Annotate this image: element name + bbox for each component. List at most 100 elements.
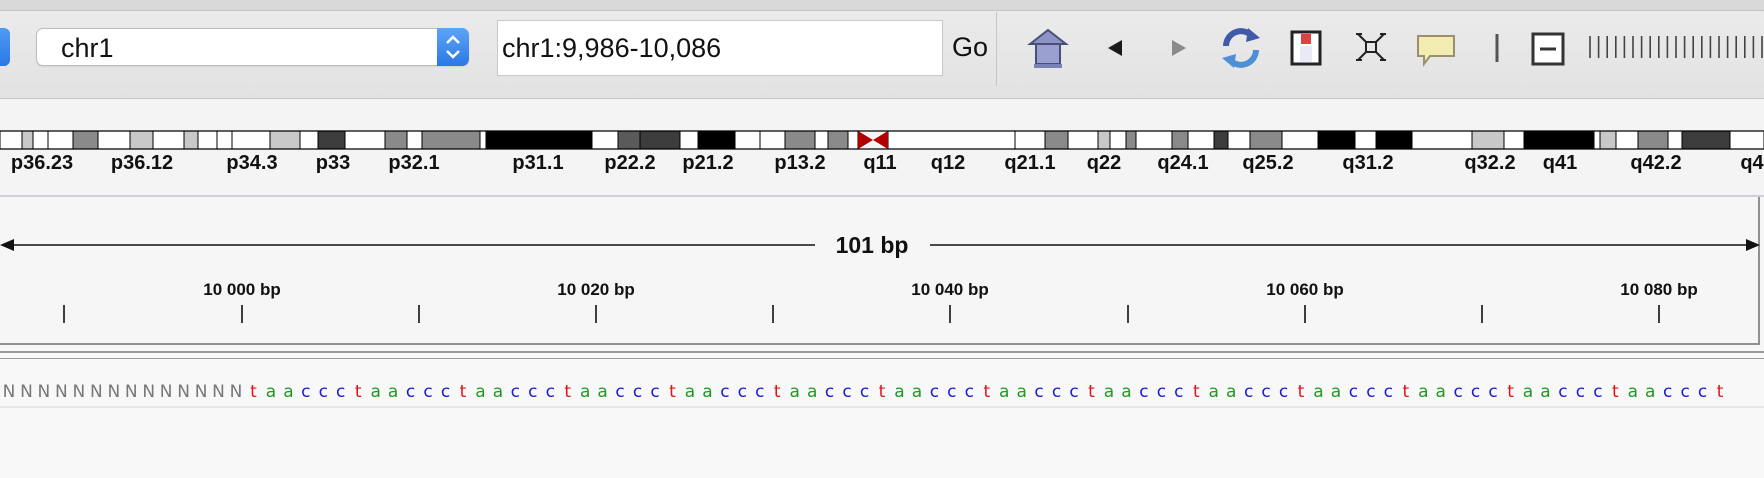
cytoband[interactable]: [697, 130, 736, 150]
cytoband[interactable]: [1067, 130, 1099, 150]
sequence-base: c: [1698, 382, 1707, 402]
resize-to-window-icon[interactable]: [1354, 22, 1388, 74]
zoom-slider[interactable]: [1584, 34, 1764, 60]
cytoband[interactable]: [759, 130, 786, 150]
cytoband[interactable]: [32, 130, 49, 150]
cytoband[interactable]: [1503, 130, 1525, 150]
sequence-base: a: [702, 382, 712, 402]
cytoband[interactable]: [421, 130, 481, 150]
cytoband[interactable]: [1125, 130, 1137, 150]
cytoband[interactable]: [1213, 130, 1229, 150]
cytoband[interactable]: [183, 130, 199, 150]
cytoband[interactable]: [1187, 130, 1215, 150]
cytoband[interactable]: [1681, 130, 1731, 150]
sequence-base: a: [1104, 382, 1114, 402]
cytoband[interactable]: [479, 130, 487, 150]
sequence-base: a: [1016, 382, 1026, 402]
cytoband[interactable]: [814, 130, 829, 150]
sequence-base: c: [755, 382, 764, 402]
cytoband[interactable]: [1375, 130, 1413, 150]
cytoband-label: q42.2: [1630, 152, 1681, 174]
cytoband[interactable]: [1281, 130, 1319, 150]
cytoband[interactable]: [1729, 130, 1764, 150]
cytoband-label: q11: [863, 152, 896, 174]
home-icon[interactable]: [1026, 22, 1070, 74]
sequence-base: c: [650, 382, 659, 402]
sequence-base: a: [1331, 382, 1341, 402]
popup-text-icon[interactable]: [1414, 22, 1458, 74]
locus-input[interactable]: chr1:9,986-10,086: [497, 20, 943, 76]
sequence-base: c: [1384, 382, 1393, 402]
cytoband[interactable]: [344, 130, 386, 150]
sequence-base: a: [1435, 382, 1445, 402]
cytoband[interactable]: [1109, 130, 1127, 150]
cytoband-label: p13.2: [774, 152, 825, 174]
cytoband[interactable]: [406, 130, 423, 150]
sequence-base: t: [1088, 382, 1095, 402]
cytoband[interactable]: [1637, 130, 1669, 150]
cytoband[interactable]: [847, 130, 859, 150]
cytoband[interactable]: [269, 130, 301, 150]
chevron-up-down-icon[interactable]: [437, 28, 469, 66]
sequence-base: c: [1454, 382, 1463, 402]
go-button[interactable]: Go: [952, 32, 988, 63]
cytoband[interactable]: [734, 130, 761, 150]
cytoband[interactable]: [1593, 130, 1601, 150]
cytoband-label: q12: [931, 152, 965, 174]
cytoband[interactable]: [1097, 130, 1111, 150]
cytoband[interactable]: [21, 130, 34, 150]
cytoband[interactable]: [384, 130, 408, 150]
cytoband[interactable]: [0, 130, 23, 150]
sequence-base: c: [1052, 382, 1061, 402]
cytoband[interactable]: [1354, 130, 1377, 150]
cytoband[interactable]: [231, 130, 271, 150]
sequence-base: t: [983, 382, 990, 402]
cytoband[interactable]: [1411, 130, 1473, 150]
cytoband-label: q22: [1087, 152, 1121, 174]
sequence-base: t: [1298, 382, 1305, 402]
sequence-base: c: [1488, 382, 1497, 402]
cytoband[interactable]: [485, 130, 593, 150]
cytoband[interactable]: [317, 130, 346, 150]
cytoband[interactable]: [299, 130, 319, 150]
cytoband[interactable]: [639, 130, 681, 150]
cytoband[interactable]: [1171, 130, 1189, 150]
sequence-base: c: [1681, 382, 1690, 402]
cytoband[interactable]: [1227, 130, 1251, 150]
cytoband[interactable]: [1249, 130, 1283, 150]
cytoband[interactable]: [1599, 130, 1617, 150]
cytoband[interactable]: [1044, 130, 1069, 150]
cytoband[interactable]: [152, 130, 185, 150]
refresh-icon[interactable]: [1218, 22, 1264, 74]
chromosome-ideogram-panel: p36.23 p36.12 p34.3 p33 p32.1 p31.1 p22.2 p21.2…: [0, 99, 1764, 197]
cytoband[interactable]: [216, 130, 233, 150]
cytoband[interactable]: [197, 130, 218, 150]
cytoband[interactable]: [97, 130, 131, 150]
sequence-base: N: [38, 382, 51, 402]
cytoband[interactable]: [47, 130, 74, 150]
zoom-out-icon[interactable]: [1530, 22, 1566, 74]
cytoband[interactable]: [1615, 130, 1639, 150]
cytoband[interactable]: [1014, 130, 1046, 150]
chromosome-dropdown[interactable]: chr1: [36, 28, 469, 66]
cytoband[interactable]: [72, 130, 99, 150]
cytoband[interactable]: [591, 130, 619, 150]
cytoband[interactable]: [1317, 130, 1356, 150]
chromosome-ideogram[interactable]: p36.23 p36.12 p34.3 p33 p32.1 p31.1 p22.2 p21.2…: [0, 121, 1764, 181]
back-arrow-icon[interactable]: [1100, 22, 1130, 74]
cytoband[interactable]: [617, 130, 641, 150]
cytoband[interactable]: [1523, 130, 1595, 150]
genome-dropdown-edge[interactable]: [0, 28, 10, 66]
region-of-interest-icon[interactable]: [1288, 22, 1324, 74]
cytoband[interactable]: [827, 130, 849, 150]
cytoband[interactable]: [887, 130, 1016, 150]
cytoband[interactable]: [1135, 130, 1173, 150]
cytoband[interactable]: [784, 130, 816, 150]
cytoband[interactable]: [1667, 130, 1683, 150]
cytoband[interactable]: [129, 130, 154, 150]
sequence-base: c: [1593, 382, 1602, 402]
cytoband[interactable]: [1471, 130, 1505, 150]
forward-arrow-icon[interactable]: [1164, 22, 1194, 74]
sequence-base: c: [1261, 382, 1270, 402]
cytoband[interactable]: [679, 130, 699, 150]
